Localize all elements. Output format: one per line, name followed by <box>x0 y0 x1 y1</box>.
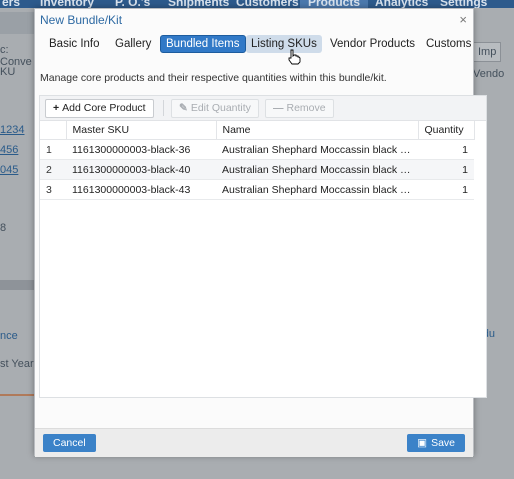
edit-quantity-button[interactable]: ✎ Edit Quantity <box>171 99 259 118</box>
table-row[interactable]: 1 1161300000003-black-36 Australian Shep… <box>40 139 474 160</box>
dialog-footer: Cancel ▣ Save <box>35 428 473 457</box>
row-number: 2 <box>40 159 66 180</box>
hand-cursor-icon <box>288 49 301 65</box>
minus-icon: — <box>273 102 284 114</box>
table-header-row: Master SKU Name Quantity <box>40 121 475 140</box>
add-core-product-button[interactable]: + Add Core Product <box>45 99 154 118</box>
column-header-quantity[interactable]: Quantity <box>418 121 475 140</box>
row-number: 3 <box>40 179 66 200</box>
bg-left-last-year: st Year <box>0 358 34 370</box>
add-core-product-label: Add Core Product <box>62 102 146 114</box>
toolbar-divider <box>163 100 164 116</box>
new-bundle-kit-dialog: New Bundle/Kit × Basic Info Gallery Bund… <box>34 8 487 457</box>
grid-toolbar: + Add Core Product ✎ Edit Quantity — Remove <box>40 96 486 121</box>
cell-master-sku: 1161300000003-black-43 <box>66 179 216 200</box>
save-button[interactable]: ▣ Save <box>407 434 465 452</box>
bg-left-8: 8 <box>0 222 7 234</box>
table-row[interactable]: 2 1161300000003-black-40 Australian Shep… <box>40 159 474 180</box>
cancel-button[interactable]: Cancel <box>43 434 96 452</box>
table-row[interactable]: 3 1161300000003-black-43 Australian Shep… <box>40 179 474 200</box>
bg-right-import-button[interactable]: Imp <box>473 42 502 62</box>
column-header-name[interactable]: Name <box>216 121 419 140</box>
cell-name: Australian Shephard Moccassin black M... <box>216 159 418 180</box>
dialog-title: New Bundle/Kit <box>40 13 123 27</box>
cell-quantity: 1 <box>418 139 474 160</box>
tab-basic-info[interactable]: Basic Info <box>44 35 105 53</box>
tab-gallery[interactable]: Gallery <box>110 35 156 53</box>
bg-left-link-456[interactable]: 456 <box>0 144 34 156</box>
tab-listing-skus[interactable]: Listing SKUs <box>246 35 322 53</box>
tab-bundled-items[interactable]: Bundled Items <box>160 35 246 53</box>
remove-button[interactable]: — Remove <box>265 99 334 118</box>
cell-quantity: 1 <box>418 159 474 180</box>
bundled-items-table: Master SKU Name Quantity 1 1161300000003… <box>40 121 475 200</box>
save-label: Save <box>431 437 455 449</box>
column-header-rownum <box>40 121 67 140</box>
edit-quantity-label: Edit Quantity <box>190 102 251 114</box>
bg-left-link-045[interactable]: 045 <box>0 164 34 176</box>
bg-left-sku: KU <box>0 66 16 78</box>
bundled-items-panel: + Add Core Product ✎ Edit Quantity — Remove… <box>39 95 487 398</box>
cell-name: Australian Shephard Moccassin black M... <box>216 179 418 200</box>
cell-master-sku: 1161300000003-black-36 <box>66 139 216 160</box>
close-icon[interactable]: × <box>459 12 467 27</box>
bg-right-vendor: Vendo <box>473 68 505 80</box>
column-header-master-sku[interactable]: Master SKU <box>66 121 217 140</box>
save-icon: ▣ <box>417 437 428 449</box>
tab-customs[interactable]: Customs <box>421 35 476 53</box>
plus-icon: + <box>53 102 60 114</box>
pencil-icon: ✎ <box>179 102 188 114</box>
bg-left-convert: c: Conve <box>0 44 32 68</box>
bg-left-link-1234[interactable]: 1234 <box>0 124 34 136</box>
bg-left-nce: nce <box>0 330 18 342</box>
cell-quantity: 1 <box>418 179 474 200</box>
tab-vendor-products[interactable]: Vendor Products <box>325 35 420 53</box>
background-top-nav: ers Inventory P. O.'s Shipments Customer… <box>0 0 514 9</box>
cell-name: Australian Shephard Moccassin black M... <box>216 139 418 160</box>
bundle-description: Manage core products and their respectiv… <box>40 72 387 84</box>
cell-master-sku: 1161300000003-black-40 <box>66 159 216 180</box>
background-left-panel: c: Conve KU 1234 456 045 8 nce st Year <box>0 8 34 479</box>
remove-label: Remove <box>286 102 326 114</box>
row-number: 1 <box>40 139 66 160</box>
background-bottom <box>34 455 474 479</box>
